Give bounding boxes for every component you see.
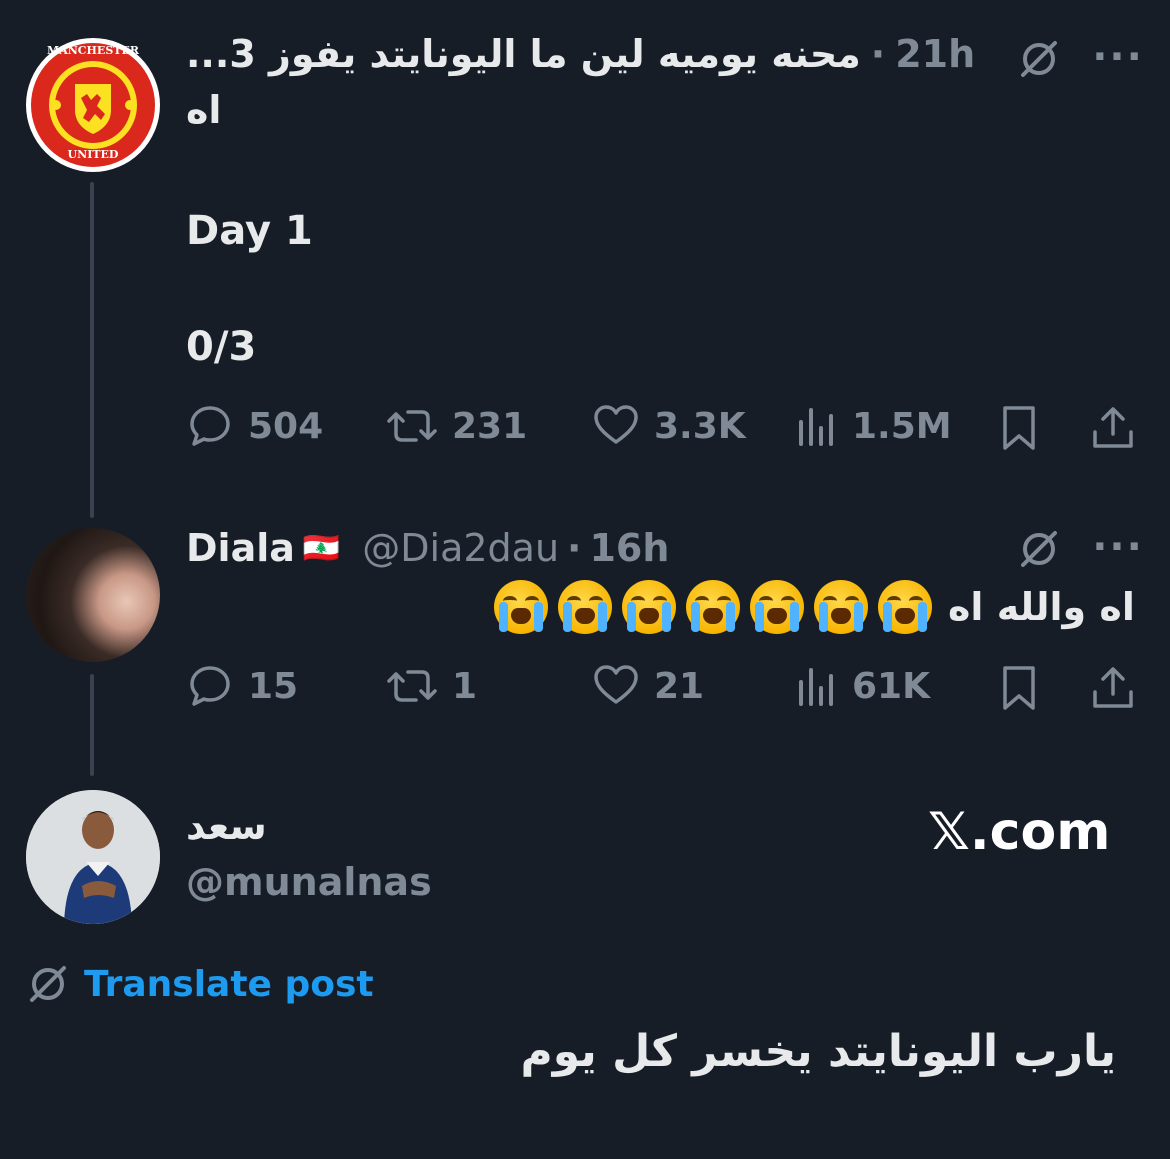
reply-icon	[190, 666, 230, 706]
share-icon	[1093, 667, 1133, 708]
profile-photo-icon	[26, 790, 160, 924]
thread-line	[90, 182, 94, 518]
repost-count: 231	[452, 405, 528, 447]
more-icon: ···	[1092, 524, 1144, 570]
crest-bottom-text: UNITED	[67, 148, 119, 161]
thread-line	[90, 674, 94, 776]
more-button[interactable]: ···	[1090, 522, 1146, 572]
user-handle[interactable]: @munalnas	[186, 860, 432, 904]
like-button[interactable]: 21	[592, 662, 704, 710]
post-time[interactable]: 16h	[589, 526, 669, 570]
emoji-loudly-crying-icon	[622, 580, 676, 634]
views-button[interactable]: 1.5M	[796, 402, 952, 450]
more-icon: ···	[1092, 34, 1144, 80]
share-icon	[1093, 407, 1133, 448]
emoji-loudly-crying-icon	[878, 580, 932, 634]
more-button[interactable]: ···	[1090, 32, 1146, 82]
views-icon	[799, 668, 833, 706]
like-icon	[594, 405, 638, 444]
share-button[interactable]	[1088, 662, 1138, 714]
repost-icon	[387, 410, 437, 442]
views-icon	[799, 408, 833, 446]
emoji-loudly-crying-icon	[558, 580, 612, 634]
bookmark-button[interactable]	[996, 402, 1042, 454]
emoji-loudly-crying-icon	[750, 580, 804, 634]
repost-button[interactable]: 1	[386, 662, 477, 710]
flag-lebanon-icon: 🇱🇧	[302, 530, 341, 566]
brand-logo: 𝕏.com	[928, 802, 1111, 862]
bookmark-icon	[1003, 666, 1035, 710]
repost-icon	[387, 670, 437, 702]
views-count: 1.5M	[852, 405, 952, 447]
like-count: 21	[654, 665, 705, 707]
emoji-loudly-crying-icon	[814, 580, 868, 634]
reply-count: 504	[248, 405, 324, 447]
grok-icon	[30, 966, 66, 1002]
post-text: اه والله اه	[948, 585, 1135, 629]
display-name[interactable]: Diala	[186, 526, 295, 570]
post-text-score: 0/3	[186, 324, 257, 370]
bookmark-icon	[1003, 406, 1035, 450]
emoji-loudly-crying-icon	[686, 580, 740, 634]
repost-button[interactable]: 231	[386, 402, 527, 450]
post-time[interactable]: 21h	[895, 32, 975, 76]
translate-post-link[interactable]: Translate post	[26, 962, 374, 1006]
reply-icon	[190, 406, 230, 446]
like-button[interactable]: 3.3K	[592, 402, 746, 450]
avatar[interactable]	[26, 790, 160, 924]
post-text-day: Day 1	[186, 208, 313, 254]
separator-dot: ·	[567, 526, 582, 570]
grok-button[interactable]	[1014, 524, 1064, 574]
display-name[interactable]: سعد	[186, 804, 286, 848]
separator-dot: ·	[870, 32, 886, 76]
bookmark-button[interactable]	[996, 662, 1042, 714]
views-count: 61K	[852, 665, 930, 707]
share-button[interactable]	[1088, 402, 1138, 454]
like-count: 3.3K	[654, 405, 746, 447]
post-title-line: محنه يوميه لين ما اليونايتد يفوز 3...	[186, 32, 861, 76]
grok-icon	[1021, 41, 1057, 77]
emoji-row	[494, 580, 932, 634]
avatar[interactable]	[26, 528, 160, 662]
user-handle[interactable]: @Dia2dau	[362, 526, 559, 570]
emoji-loudly-crying-icon	[494, 580, 548, 634]
repost-count: 1	[452, 665, 478, 707]
translate-post-label: Translate post	[84, 963, 374, 1005]
grok-button[interactable]	[1014, 34, 1064, 84]
grok-icon	[1021, 531, 1057, 567]
reply-count: 15	[248, 665, 299, 707]
views-button[interactable]: 61K	[796, 662, 930, 710]
post-text-line2: اه	[186, 88, 222, 132]
reply-button[interactable]: 15	[186, 662, 298, 710]
post-text: يارب اليونايتد يخسر كل يوم	[520, 1026, 1116, 1077]
reply-button[interactable]: 504	[186, 402, 323, 450]
crest-top-text: MANCHESTER	[47, 44, 139, 57]
like-icon	[594, 665, 638, 704]
